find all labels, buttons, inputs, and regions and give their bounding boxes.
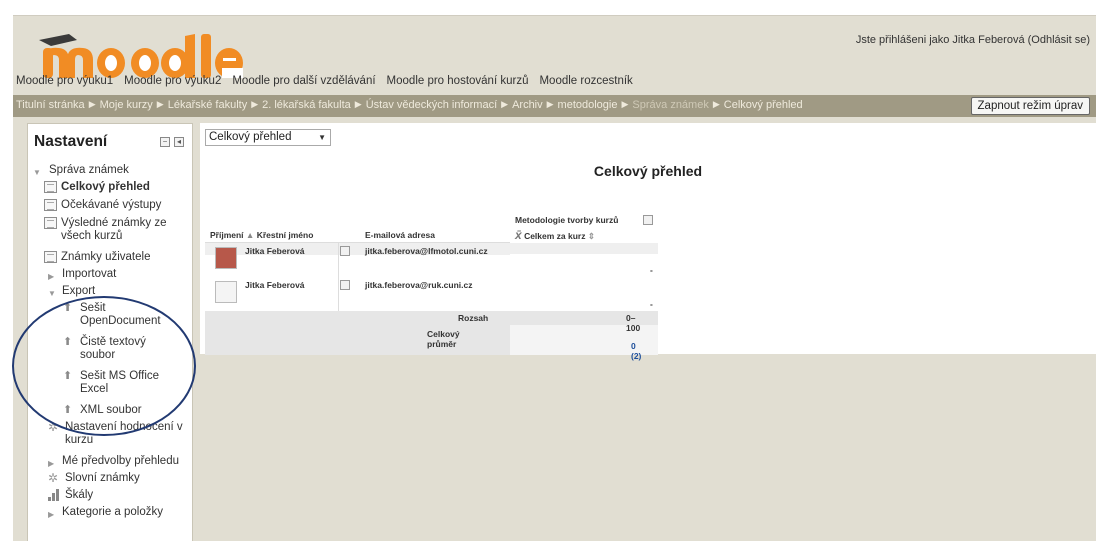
- col-header-email[interactable]: E-mailová adresa: [365, 230, 435, 240]
- collapsed-arrow-icon: ▶: [48, 510, 55, 519]
- breadcrumb-separator-icon: ▶: [712, 99, 720, 109]
- move-icon[interactable]: ◂: [174, 137, 184, 147]
- student-name[interactable]: Jitka Feberová: [245, 246, 305, 256]
- tree-label: Škály: [65, 489, 94, 501]
- page-title: Celkový přehled: [593, 163, 703, 179]
- col-header-surname[interactable]: Příjmení ▲ Křestní jméno: [210, 230, 313, 240]
- breadcrumb-separator-icon: ▶: [251, 99, 259, 109]
- navbar: Titulní stránka ▶ Moje kurzy ▶ Lékařské fa…: [13, 95, 1096, 117]
- breadcrumb-item[interactable]: Lékařské fakulty: [168, 99, 247, 111]
- tree-label: Známky uživatele: [61, 251, 151, 263]
- tree-label: Očekávané výstupy: [61, 199, 162, 211]
- block-title: Nastavení: [34, 133, 108, 150]
- average-value: 0 (2): [631, 341, 642, 361]
- breadcrumb-separator-icon: ▶: [354, 99, 362, 109]
- tree-vysledne-znamky[interactable]: Výsledné známky ze všech kurzů: [44, 217, 166, 243]
- edit-mode-button[interactable]: Zapnout režim úprav: [970, 97, 1090, 115]
- breadcrumb-separator-icon: ▶: [621, 99, 629, 109]
- dock-icon[interactable]: −: [160, 137, 170, 147]
- menu-item-dalsi[interactable]: Moodle pro další vzdělávání: [232, 75, 375, 93]
- scale-icon: [48, 489, 62, 501]
- tree-label: Kategorie a položky: [62, 506, 164, 518]
- tree-predvolby[interactable]: ▶ Mé předvolby přehledu: [48, 455, 179, 470]
- breadcrumb-separator-icon: ▶: [546, 99, 554, 109]
- tree-label: Celkový přehled: [61, 181, 150, 193]
- avatar[interactable]: [215, 247, 237, 269]
- breadcrumb-item[interactable]: Ústav vědeckých informací: [366, 99, 497, 111]
- annotation-circle: [12, 296, 196, 436]
- collapsed-arrow-icon: ▶: [48, 459, 55, 468]
- collapse-icon[interactable]: [643, 215, 653, 225]
- main-region: Celkový přehled ▼ Celkový přehled Příjme…: [200, 123, 1096, 361]
- range-value: 0–100: [626, 313, 641, 333]
- total-value[interactable]: -: [650, 265, 653, 275]
- report-icon: [44, 251, 57, 263]
- breadcrumb: Titulní stránka ▶ Moje kurzy ▶ Lékařské fa…: [16, 99, 803, 111]
- average-label: Celkový průměr: [427, 329, 460, 349]
- breadcrumb-separator-icon: ▶: [501, 99, 509, 109]
- expanded-arrow-icon: ▼: [48, 289, 56, 298]
- tree-skaly[interactable]: Škály: [48, 489, 93, 502]
- sort-icon: ⇕: [587, 231, 595, 241]
- col-header-course[interactable]: Metodologie tvorby kurzů: [515, 215, 618, 225]
- menu-item-vyuka2[interactable]: Moodle pro výuku2: [124, 75, 221, 93]
- user-report-icon[interactable]: [340, 280, 350, 290]
- tree-slovni-znamky[interactable]: ✲ Slovní známky: [48, 472, 140, 485]
- col-divider: [338, 243, 339, 311]
- breadcrumb-item[interactable]: metodologie: [558, 99, 618, 111]
- col-header-total[interactable]: x̄ Celkem za kurz ⇕: [515, 228, 595, 242]
- expanded-arrow-icon: ▼: [33, 168, 41, 177]
- range-label: Rozsah: [458, 313, 489, 323]
- breadcrumb-item[interactable]: 2. lékařská fakulta: [262, 99, 351, 111]
- chevron-down-icon: ▼: [318, 133, 326, 142]
- svg-text:moodle: moodle: [29, 30, 33, 31]
- breadcrumb-current: Celkový přehled: [723, 99, 803, 111]
- gear-icon: ✲: [48, 471, 59, 485]
- total-value[interactable]: -: [650, 299, 653, 309]
- report-icon: [44, 217, 57, 229]
- menu-item-hostovani[interactable]: Moodle pro hostování kurzů: [387, 75, 529, 93]
- tree-celkovy-prehled[interactable]: Celkový přehled: [44, 181, 150, 194]
- tree-label: Importovat: [62, 268, 117, 280]
- login-info[interactable]: Jste přihlášeni jako Jitka Feberová (Odh…: [856, 34, 1090, 46]
- tree-ocekavane-vystupy[interactable]: Očekávané výstupy: [44, 199, 161, 212]
- breadcrumb-item[interactable]: Titulní stránka: [16, 99, 85, 111]
- collapsed-arrow-icon: ▶: [48, 272, 55, 281]
- tree-sprava-znamek[interactable]: ▼ Správa známek: [33, 164, 129, 179]
- student-email: jitka.feberova@lfmotol.cuni.cz: [365, 246, 488, 256]
- select-value: Celkový přehled: [209, 131, 292, 143]
- breadcrumb-separator-icon: ▶: [156, 99, 164, 109]
- breadcrumb-item[interactable]: Moje kurzy: [100, 99, 153, 111]
- average-row: [205, 325, 510, 355]
- range-row: [205, 311, 658, 325]
- tree-znamky-uzivatele[interactable]: Známky uživatele: [44, 251, 150, 264]
- tree-importovat[interactable]: ▶ Importovat: [48, 268, 116, 283]
- tree-kategorie[interactable]: ▶ Kategorie a položky: [48, 506, 163, 521]
- student-name[interactable]: Jitka Feberová: [245, 280, 305, 290]
- custom-menu: Moodle pro výuku1 Moodle pro výuku2 Mood…: [16, 75, 633, 93]
- sigma-icon: x̄: [515, 228, 522, 242]
- row-shade: [510, 243, 658, 254]
- menu-item-rozcestnik[interactable]: Moodle rozcestník: [539, 75, 632, 93]
- menu-item-vyuka1[interactable]: Moodle pro výuku1: [16, 75, 113, 93]
- breadcrumb-item[interactable]: Správa známek: [632, 99, 708, 111]
- report-select[interactable]: Celkový přehled ▼: [205, 129, 331, 146]
- user-report-icon[interactable]: [340, 246, 350, 256]
- student-email: jitka.feberova@ruk.cuni.cz: [365, 280, 473, 290]
- tree-label: Slovní známky: [65, 472, 140, 484]
- breadcrumb-item[interactable]: Archiv: [512, 99, 543, 111]
- report-icon: [44, 199, 57, 211]
- tree-label: Správa známek: [49, 164, 129, 176]
- breadcrumb-separator-icon: ▶: [88, 99, 96, 109]
- report-icon: [44, 181, 57, 193]
- tree-label: Mé předvolby přehledu: [62, 455, 179, 467]
- avatar[interactable]: [215, 281, 237, 303]
- sort-asc-icon: ▲: [245, 230, 255, 240]
- tree-label: Výsledné známky ze všech kurzů: [61, 217, 167, 242]
